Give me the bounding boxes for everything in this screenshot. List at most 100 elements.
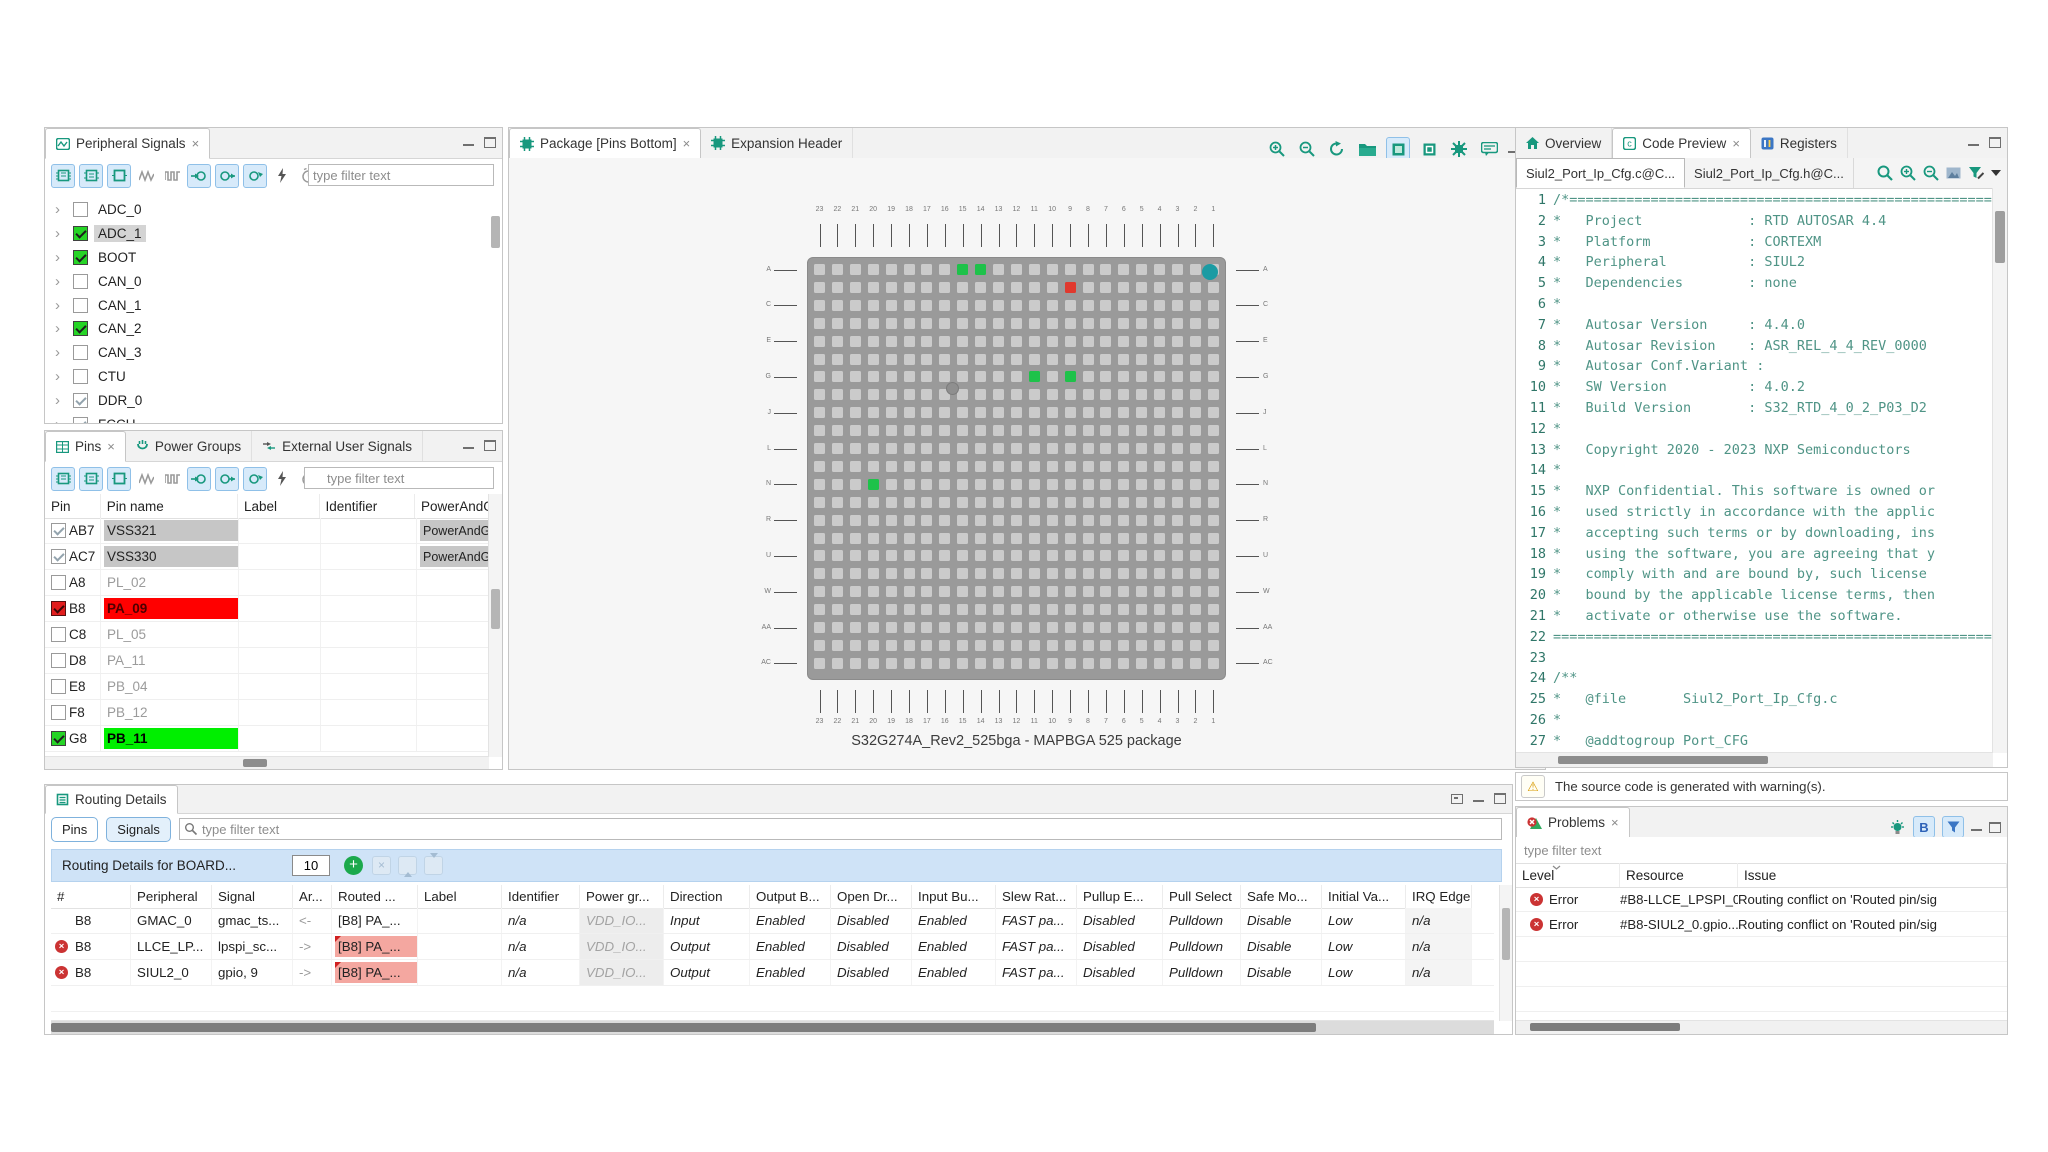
pins-vscroll-thumb[interactable]: [491, 589, 500, 629]
zoom-out-icon[interactable]: [1923, 165, 1939, 181]
bga-pin[interactable]: [850, 389, 861, 400]
pin-row[interactable]: E8PB_04: [45, 674, 489, 700]
bga-pin[interactable]: [850, 640, 861, 651]
bga-pin[interactable]: [814, 533, 825, 544]
minimize-icon[interactable]: [1473, 794, 1484, 803]
rotate-icon[interactable]: [1326, 138, 1348, 160]
pins-column-header[interactable]: PowerAndGr...: [415, 494, 489, 518]
bga-pin[interactable]: [814, 550, 825, 561]
bga-pin[interactable]: [1029, 282, 1040, 293]
bga-pin[interactable]: [1136, 371, 1147, 382]
bga-pin[interactable]: [939, 550, 950, 561]
bga-pin[interactable]: [993, 550, 1004, 561]
quickfix-lamp-icon[interactable]: [1888, 818, 1906, 836]
bga-pin[interactable]: [1190, 622, 1201, 633]
bga-pin[interactable]: [850, 586, 861, 597]
bga-pin[interactable]: [1047, 371, 1058, 382]
bga-pin[interactable]: [993, 300, 1004, 311]
bga-pin[interactable]: [886, 586, 897, 597]
bga-pin[interactable]: [957, 479, 968, 490]
bga-pin[interactable]: [957, 640, 968, 651]
bga-pin[interactable]: [975, 604, 986, 615]
maximize-icon[interactable]: [484, 137, 496, 148]
bga-pin[interactable]: [904, 658, 915, 669]
bga-pin[interactable]: [832, 336, 843, 347]
routing-column-header[interactable]: Identifier: [502, 885, 580, 908]
group-by-icon[interactable]: B: [1913, 816, 1935, 838]
bga-pin[interactable]: [1172, 515, 1183, 526]
bga-pin[interactable]: [1154, 622, 1165, 633]
routing-column-header[interactable]: Label: [418, 885, 502, 908]
bga-pin[interactable]: [886, 461, 897, 472]
bga-pin[interactable]: [1172, 282, 1183, 293]
dropdown-arrow-icon[interactable]: [1991, 170, 2001, 176]
bga-pin[interactable]: [1136, 658, 1147, 669]
bga-pin[interactable]: [868, 443, 879, 454]
tab-routing-details[interactable]: Routing Details: [45, 785, 178, 814]
routing-filter-input[interactable]: [179, 818, 1502, 840]
expand-chevron-icon[interactable]: ›: [55, 344, 67, 361]
bga-pin[interactable]: [993, 371, 1004, 382]
bga-pin[interactable]: [1011, 622, 1022, 633]
show-board-pins-icon[interactable]: [79, 164, 103, 188]
bga-pin[interactable]: [886, 282, 897, 293]
peripheral-checkbox[interactable]: [73, 298, 88, 313]
pin-checkbox[interactable]: [51, 731, 66, 746]
bga-pin[interactable]: [957, 443, 968, 454]
bga-pin[interactable]: [832, 371, 843, 382]
bga-pin[interactable]: [1118, 407, 1129, 418]
bga-pin[interactable]: [1100, 264, 1111, 275]
routing-column-header[interactable]: Peripheral: [131, 885, 212, 908]
bga-pin[interactable]: [939, 515, 950, 526]
tree-item[interactable]: ›CTU: [45, 365, 489, 389]
bga-pin[interactable]: [939, 658, 950, 669]
bga-pin[interactable]: [1029, 371, 1040, 382]
expand-chevron-icon[interactable]: ›: [55, 225, 67, 242]
bga-pin[interactable]: [850, 622, 861, 633]
bga-pin[interactable]: [1208, 336, 1219, 347]
pin-checkbox[interactable]: [51, 575, 66, 590]
bga-pin[interactable]: [832, 658, 843, 669]
routing-count-input[interactable]: [292, 855, 330, 876]
bga-pin[interactable]: [975, 389, 986, 400]
bga-pin[interactable]: [993, 407, 1004, 418]
maximize-icon[interactable]: [484, 440, 496, 451]
minimize-icon[interactable]: [463, 441, 474, 450]
bga-pin[interactable]: [1100, 586, 1111, 597]
bga-pin[interactable]: [1011, 443, 1022, 454]
bga-pin[interactable]: [975, 515, 986, 526]
peripheral-checkbox[interactable]: [73, 321, 88, 336]
bga-pin[interactable]: [921, 640, 932, 651]
expand-chevron-icon[interactable]: ›: [55, 201, 67, 218]
bga-pin[interactable]: [939, 354, 950, 365]
bga-pin[interactable]: [1083, 264, 1094, 275]
bga-pin[interactable]: [1065, 461, 1076, 472]
bga-pin[interactable]: [921, 354, 932, 365]
bga-pin[interactable]: [975, 264, 986, 275]
bga-pin[interactable]: [1208, 640, 1219, 651]
bga-pin[interactable]: [1172, 354, 1183, 365]
bga-pin[interactable]: [1154, 443, 1165, 454]
bga-pin[interactable]: [1083, 318, 1094, 329]
pins-hscroll-thumb[interactable]: [243, 759, 267, 767]
bga-pin[interactable]: [1029, 336, 1040, 347]
bga-pin[interactable]: [1100, 604, 1111, 615]
bga-pin[interactable]: [1208, 586, 1219, 597]
bga-pin[interactable]: [957, 622, 968, 633]
bga-pin[interactable]: [886, 336, 897, 347]
bga-pin[interactable]: [1011, 389, 1022, 400]
bga-pin[interactable]: [1065, 371, 1076, 382]
bga-pin[interactable]: [1118, 479, 1129, 490]
bga-pin[interactable]: [1136, 568, 1147, 579]
bga-pin[interactable]: [868, 515, 879, 526]
bga-pin[interactable]: [868, 640, 879, 651]
bga-pin[interactable]: [868, 497, 879, 508]
column-header-issue[interactable]: Issue: [1738, 863, 2007, 887]
bga-pin[interactable]: [975, 425, 986, 436]
bga-pin[interactable]: [850, 533, 861, 544]
bga-pin[interactable]: [921, 461, 932, 472]
bga-pin[interactable]: [1011, 264, 1022, 275]
bga-pin[interactable]: [975, 407, 986, 418]
bga-pin[interactable]: [1136, 461, 1147, 472]
bga-pin[interactable]: [1172, 318, 1183, 329]
